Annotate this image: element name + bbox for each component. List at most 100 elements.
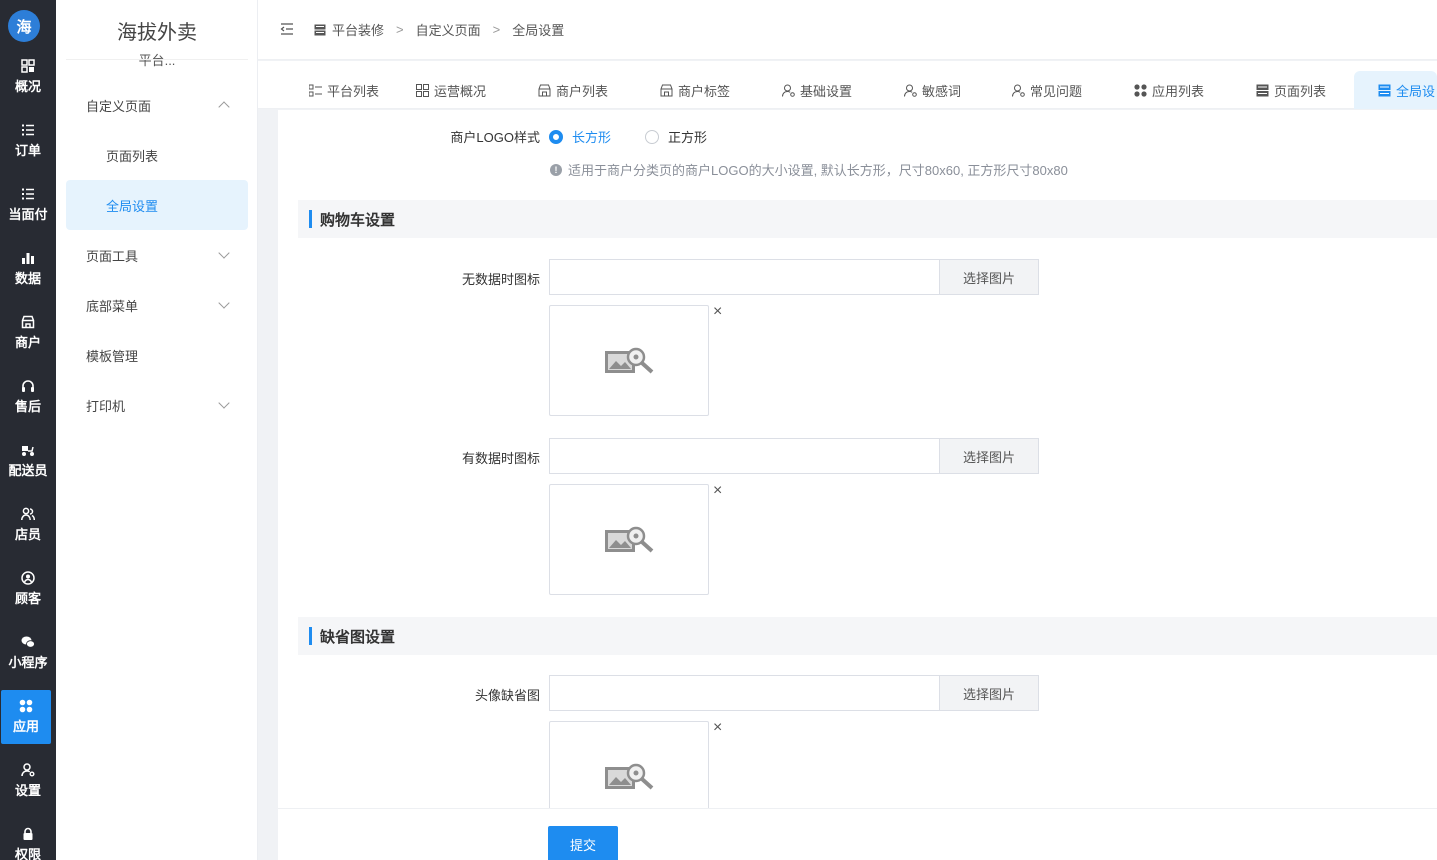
empty-icon-input[interactable] bbox=[549, 259, 940, 295]
nav-item-9[interactable]: 小程序 bbox=[0, 626, 56, 680]
select-image-button[interactable]: 选择图片 bbox=[939, 259, 1039, 295]
secondary-sidebar: 海拔外卖 平台... 自定义页面 页面列表 全局设置 页面工具 底部菜单 模板管… bbox=[56, 0, 258, 860]
layout-icon bbox=[314, 24, 326, 35]
store-icon bbox=[538, 84, 551, 96]
sidebar-item-global-settings[interactable]: 全局设置 bbox=[66, 180, 248, 230]
nav-item-label: 概况 bbox=[14, 79, 41, 94]
tab-platform-list[interactable]: 平台列表 bbox=[309, 71, 379, 109]
store-icon bbox=[21, 315, 35, 329]
nav-item-7[interactable]: 店员 bbox=[0, 498, 56, 552]
nav-item-3[interactable]: 数据 bbox=[0, 242, 56, 296]
tab-bar: 平台列表 运营概况 商户列表 商户标签 基础设置 敏感词 常见问题 应用列表 页… bbox=[258, 61, 1437, 109]
close-icon[interactable]: × bbox=[713, 720, 727, 736]
nav-item-5[interactable]: 售后 bbox=[0, 370, 56, 424]
collapse-menu-icon[interactable] bbox=[280, 22, 294, 36]
radio-label: 正方形 bbox=[668, 130, 708, 145]
sidebar-item-page-tools[interactable]: 页面工具 bbox=[66, 230, 248, 280]
nav-item-label: 小程序 bbox=[8, 655, 48, 670]
nav-item-11[interactable]: 设置 bbox=[0, 754, 56, 808]
nav-item-label: 顾客 bbox=[14, 591, 41, 606]
tab-operation-overview[interactable]: 运营概况 bbox=[416, 71, 486, 109]
section-accent-bar bbox=[309, 627, 312, 645]
headset-icon bbox=[21, 379, 35, 393]
bar-chart-icon bbox=[21, 251, 35, 265]
sidebar-item-bottom-menu[interactable]: 底部菜单 bbox=[66, 280, 248, 330]
nav-item-label: 权限 bbox=[14, 847, 41, 860]
user-settings-icon bbox=[904, 84, 917, 97]
breadcrumb-separator: > bbox=[396, 22, 404, 37]
tab-page-list[interactable]: 页面列表 bbox=[1256, 71, 1326, 109]
tab-label: 页面列表 bbox=[1274, 83, 1327, 99]
radio-dot bbox=[549, 129, 563, 144]
hint-text: 适用于商户分类页的商户LOGO的大小设置, 默认长方形，尺寸80x60, 正方形… bbox=[568, 163, 1068, 178]
chevron-down-icon bbox=[218, 247, 230, 259]
select-image-button[interactable]: 选择图片 bbox=[939, 438, 1039, 474]
sidebar-item-label: 打印机 bbox=[86, 398, 126, 414]
sidebar-item-page-list[interactable]: 页面列表 bbox=[66, 130, 248, 180]
section-accent-bar bbox=[309, 210, 312, 228]
list-icon bbox=[21, 187, 35, 201]
sidebar-title: 海拔外卖 bbox=[117, 22, 197, 44]
nav-item-label: 商户 bbox=[14, 335, 41, 350]
sidebar-item-template-management[interactable]: 模板管理 bbox=[66, 330, 248, 380]
nav-item-10[interactable]: 应用 bbox=[1, 690, 51, 744]
sidebar-item-custom-page[interactable]: 自定义页面 bbox=[66, 80, 248, 130]
info-icon: ! bbox=[550, 163, 562, 176]
image-placeholder-icon bbox=[605, 763, 654, 789]
select-image-button[interactable]: 选择图片 bbox=[939, 675, 1039, 711]
user-settings-icon bbox=[21, 763, 35, 777]
nav-item-label: 售后 bbox=[14, 399, 41, 414]
breadcrumb: 平台装修 > 自定义页面 > 全局设置 bbox=[314, 20, 564, 39]
nav-item-1[interactable]: 订单 bbox=[0, 114, 56, 168]
tab-faq[interactable]: 常见问题 bbox=[1012, 71, 1082, 109]
tab-merchant-tags[interactable]: 商户标签 bbox=[660, 71, 730, 109]
section-title: 缺省图设置 bbox=[320, 628, 396, 646]
data-icon-input[interactable] bbox=[549, 438, 940, 474]
tab-label: 运营概况 bbox=[434, 83, 487, 99]
radio-rectangle[interactable]: 长方形 bbox=[549, 127, 611, 146]
layout-icon bbox=[1378, 84, 1391, 96]
sidebar-item-label: 自定义页面 bbox=[86, 98, 152, 114]
nav-item-label: 配送员 bbox=[8, 463, 48, 478]
nav-item-12[interactable]: 权限 bbox=[0, 818, 56, 860]
nav-item-0[interactable]: 概况 bbox=[0, 50, 56, 104]
close-icon[interactable]: × bbox=[713, 304, 727, 320]
nav-item-6[interactable]: 配送员 bbox=[0, 434, 56, 488]
nav-item-4[interactable]: 商户 bbox=[0, 306, 56, 360]
tab-app-list[interactable]: 应用列表 bbox=[1134, 71, 1204, 109]
nav-item-label: 店员 bbox=[14, 527, 41, 542]
tab-basic-settings[interactable]: 基础设置 bbox=[782, 71, 852, 109]
image-placeholder-icon bbox=[605, 347, 654, 373]
tab-label: 常见问题 bbox=[1030, 83, 1083, 99]
breadcrumb-item[interactable]: 自定义页面 bbox=[416, 20, 481, 39]
close-icon[interactable]: × bbox=[713, 483, 727, 499]
store-icon bbox=[660, 84, 673, 96]
empty-icon-label: 无数据时图标 bbox=[461, 272, 540, 287]
submit-button[interactable]: 提交 bbox=[548, 826, 618, 860]
sidebar-item-printer[interactable]: 打印机 bbox=[66, 380, 248, 430]
apps-icon bbox=[1134, 83, 1147, 97]
tab-merchant-list[interactable]: 商户列表 bbox=[538, 71, 608, 109]
tab-global-settings[interactable]: 全局设 bbox=[1354, 71, 1437, 109]
data-icon-label: 有数据时图标 bbox=[461, 451, 540, 466]
avatar-default-input[interactable] bbox=[549, 675, 940, 711]
empty-icon-preview[interactable] bbox=[549, 305, 709, 416]
chevron-down-icon bbox=[218, 397, 230, 409]
data-icon-preview[interactable] bbox=[549, 484, 709, 595]
nav-item-8[interactable]: 顾客 bbox=[0, 562, 56, 616]
tab-label: 应用列表 bbox=[1152, 83, 1205, 99]
nav-item-label: 数据 bbox=[14, 271, 41, 286]
breadcrumb-separator: > bbox=[492, 22, 501, 37]
nav-item-label: 设置 bbox=[14, 783, 41, 798]
section-header-cart: 购物车设置 bbox=[298, 200, 1437, 238]
tab-sensitive-words[interactable]: 敏感词 bbox=[904, 71, 961, 109]
main-nav: 海 概况 订单 当面付 数据 商户 售后 配送员 店员 顾客 小程序 应用 设置 权限 bbox=[0, 0, 56, 860]
breadcrumb-item[interactable]: 平台装修 bbox=[332, 20, 384, 39]
divider bbox=[66, 59, 248, 60]
sidebar-item-label: 底部菜单 bbox=[86, 298, 139, 314]
top-header: 平台装修 > 自定义页面 > 全局设置 bbox=[258, 0, 1437, 60]
chevron-up-icon bbox=[218, 101, 230, 113]
nav-item-2[interactable]: 当面付 bbox=[0, 178, 56, 232]
radio-square[interactable]: 正方形 bbox=[645, 127, 707, 146]
chevron-down-icon bbox=[218, 297, 230, 309]
